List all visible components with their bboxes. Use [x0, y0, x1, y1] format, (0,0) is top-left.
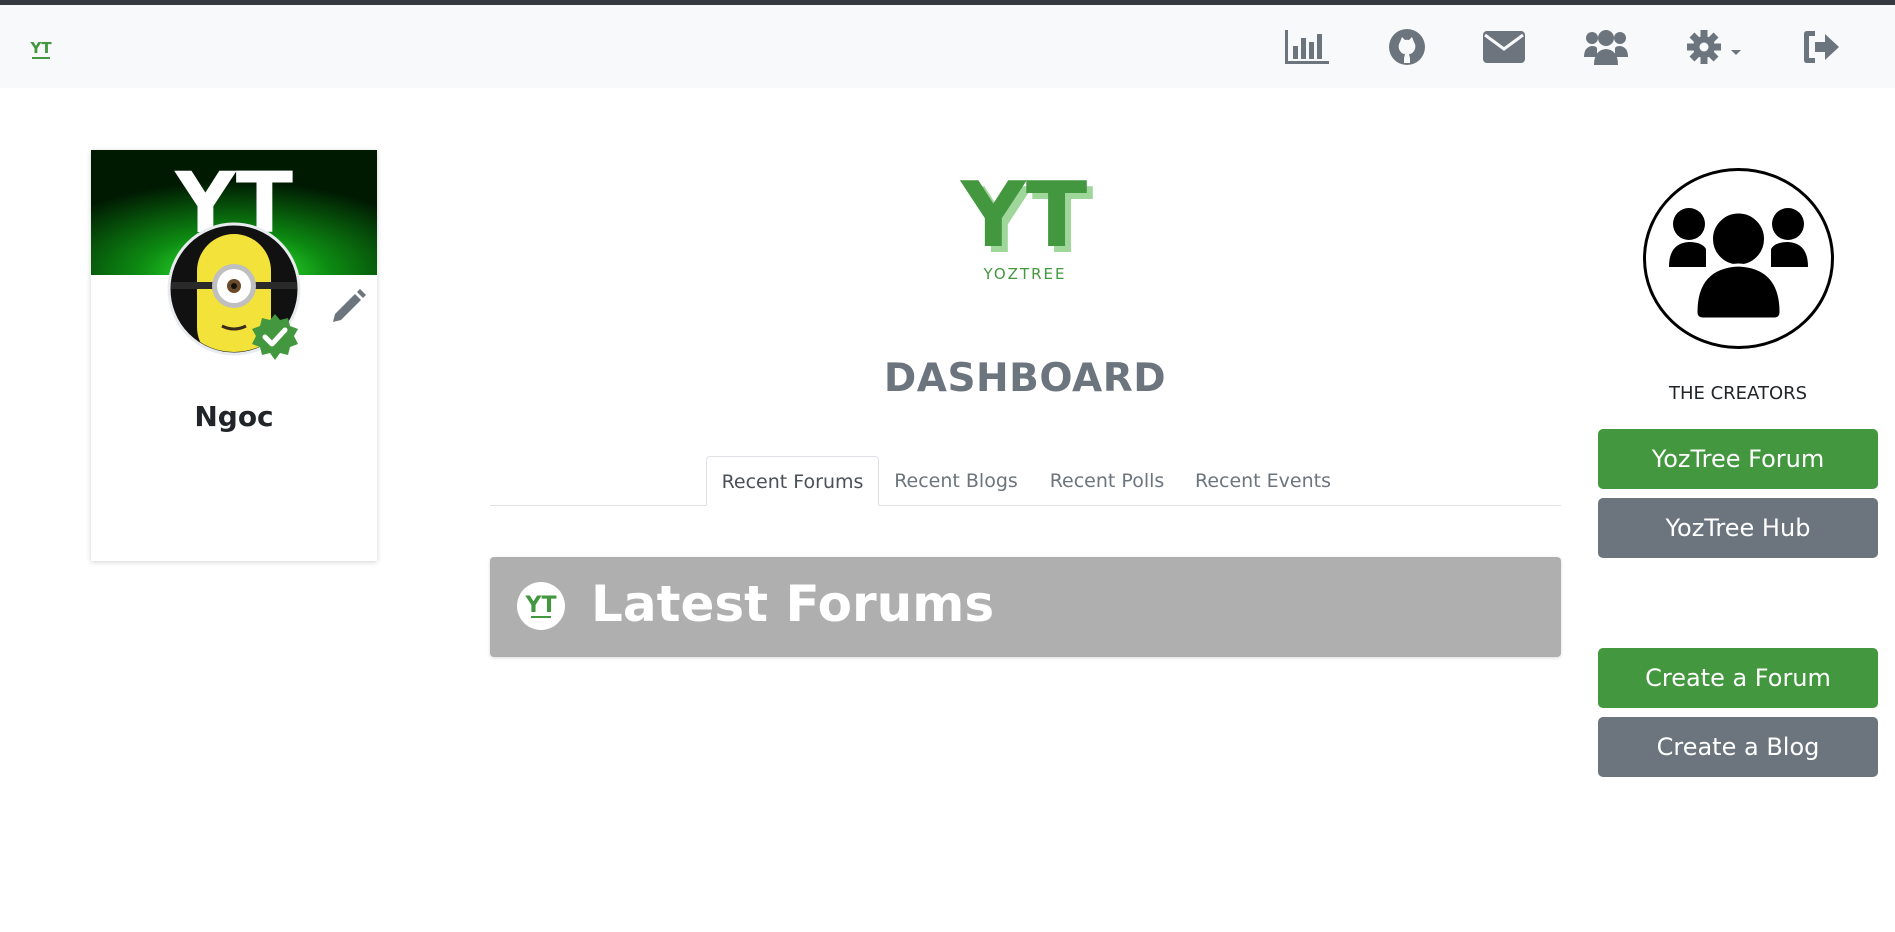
create-blog-button[interactable]: Create a Blog: [1598, 717, 1878, 777]
brand-logo[interactable]: YT: [26, 35, 56, 65]
tab-recent-forums[interactable]: Recent Forums: [706, 456, 879, 506]
profile-card: YT Ngoc: [91, 150, 377, 561]
create-forum-button[interactable]: Create a Forum: [1598, 648, 1878, 708]
tab-recent-blogs[interactable]: Recent Blogs: [886, 456, 1026, 506]
page-title: DASHBOARD: [883, 356, 1167, 401]
yoztree-logo: YT YT YOZTREE: [952, 163, 1098, 286]
latest-forums-panel: YT Latest Forums: [490, 557, 1561, 657]
panel-title: Latest Forums: [591, 575, 995, 633]
gear-icon[interactable]: [1685, 27, 1743, 67]
creators-users-icon: [1642, 167, 1835, 350]
sign-out-icon[interactable]: [1800, 27, 1842, 67]
forum-logo-icon: YT: [517, 582, 565, 630]
github-icon[interactable]: [1386, 27, 1428, 67]
envelope-icon[interactable]: [1481, 27, 1527, 67]
svg-text:YOZTREE: YOZTREE: [983, 265, 1067, 283]
users-icon[interactable]: [1581, 27, 1631, 67]
svg-text:YT: YT: [525, 593, 557, 618]
tab-recent-polls[interactable]: Recent Polls: [1041, 456, 1173, 506]
profile-name: Ngoc: [194, 400, 274, 433]
yoztree-forum-button[interactable]: YozTree Forum: [1598, 429, 1878, 489]
pencil-icon[interactable]: [329, 288, 367, 326]
verified-badge-icon: [250, 313, 300, 363]
creators-label: THE CREATORS: [1668, 383, 1808, 404]
svg-text:YT: YT: [29, 39, 52, 57]
bar-chart-icon[interactable]: [1282, 27, 1332, 67]
navbar: YT: [0, 5, 1895, 88]
yoztree-hub-button[interactable]: YozTree Hub: [1598, 498, 1878, 558]
tab-recent-events[interactable]: Recent Events: [1190, 456, 1336, 506]
svg-text:YT: YT: [960, 172, 1088, 268]
